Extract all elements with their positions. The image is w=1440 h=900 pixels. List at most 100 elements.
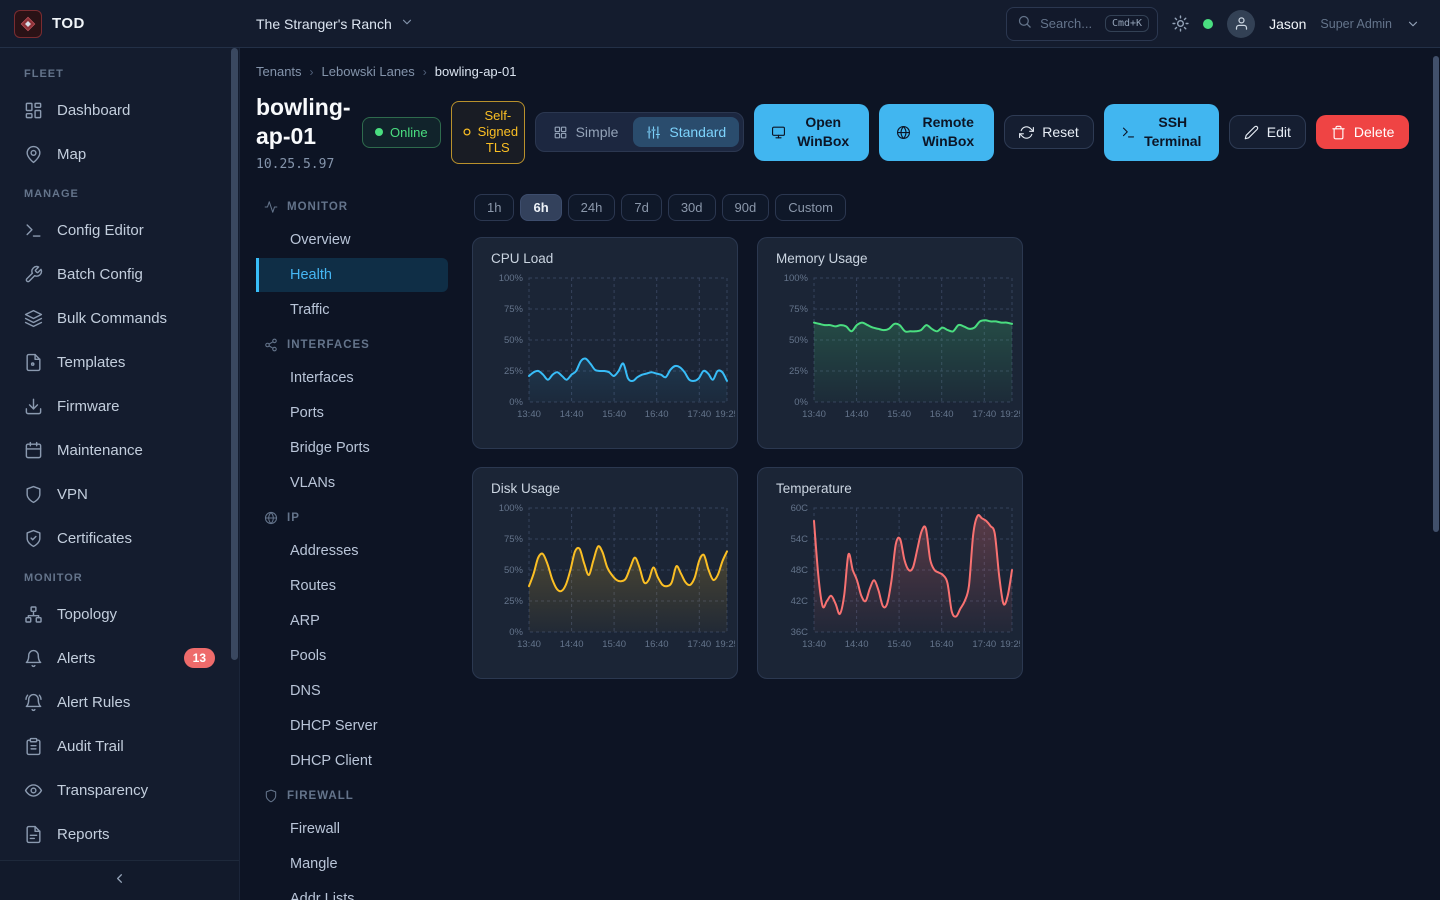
subnav-item-arp[interactable]: ARP xyxy=(256,604,448,638)
edit-button[interactable]: Edit xyxy=(1229,115,1306,149)
subnav-item-dhcp-client[interactable]: DHCP Client xyxy=(256,744,448,778)
subnav-item-addresses[interactable]: Addresses xyxy=(256,534,448,568)
chart-title: CPU Load xyxy=(477,251,733,266)
device-subnav: MONITOROverviewHealthTrafficINTERFACESIn… xyxy=(256,190,448,900)
sidebar-scrollbar[interactable] xyxy=(231,48,238,660)
sidebar-item-label: Certificates xyxy=(57,530,132,547)
svg-text:25%: 25% xyxy=(789,366,809,377)
subnav-item-ports[interactable]: Ports xyxy=(256,396,448,430)
sidebar-item-transparency[interactable]: Transparency xyxy=(0,768,239,812)
subnav-item-traffic[interactable]: Traffic xyxy=(256,293,448,327)
chevron-down-icon xyxy=(400,15,414,32)
timerange-6h-button[interactable]: 6h xyxy=(520,194,561,221)
sidebar-item-maintenance[interactable]: Maintenance xyxy=(0,428,239,472)
reset-button[interactable]: Reset xyxy=(1004,115,1094,149)
chart-plot-cpu-load: 100%75%50%25%0%13:4014:4015:4016:4017:40… xyxy=(477,270,735,438)
delete-button[interactable]: Delete xyxy=(1316,115,1409,149)
app-logo-icon xyxy=(14,10,42,38)
chart-title: Memory Usage xyxy=(762,251,1018,266)
sidebar-item-topology[interactable]: Topology xyxy=(0,592,239,636)
svg-text:0%: 0% xyxy=(794,397,808,408)
user-name: Jason xyxy=(1269,16,1306,32)
sidebar-item-audit-trail[interactable]: Audit Trail xyxy=(0,724,239,768)
network-icon xyxy=(24,605,43,624)
topbar: TOD The Stranger's Ranch Search... Cmd+K… xyxy=(0,0,1440,48)
timerange-1h-button[interactable]: 1h xyxy=(474,194,514,221)
subnav-item-dns[interactable]: DNS xyxy=(256,674,448,708)
svg-text:13:40: 13:40 xyxy=(802,639,826,650)
svg-text:14:40: 14:40 xyxy=(845,639,869,650)
timerange-7d-button[interactable]: 7d xyxy=(621,194,661,221)
open-winbox-button[interactable]: Open WinBox xyxy=(754,104,869,161)
timerange-90d-button[interactable]: 90d xyxy=(722,194,770,221)
mode-toggle-standard[interactable]: Standard xyxy=(633,117,739,147)
ssh-terminal-button[interactable]: SSH Terminal xyxy=(1104,104,1219,161)
subnav-item-health[interactable]: Health xyxy=(256,258,448,292)
subnav-item-routes[interactable]: Routes xyxy=(256,569,448,603)
sidebar-item-label: Bulk Commands xyxy=(57,310,167,327)
subnav-item-mangle[interactable]: Mangle xyxy=(256,847,448,881)
subnav-item-interfaces[interactable]: Interfaces xyxy=(256,361,448,395)
sidebar-item-certificates[interactable]: Certificates xyxy=(0,516,239,560)
svg-text:14:40: 14:40 xyxy=(560,639,584,650)
sidebar-item-bulk-commands[interactable]: Bulk Commands xyxy=(0,296,239,340)
svg-text:13:40: 13:40 xyxy=(517,409,541,420)
svg-text:19:25: 19:25 xyxy=(1000,639,1020,650)
sidebar-item-dashboard[interactable]: Dashboard xyxy=(0,88,239,132)
bell-icon xyxy=(24,649,43,668)
timerange-24h-button[interactable]: 24h xyxy=(568,194,616,221)
avatar[interactable] xyxy=(1227,10,1255,38)
mode-toggle-simple[interactable]: Simple xyxy=(540,117,632,147)
sidebar-section-monitor: MONITOR xyxy=(0,560,239,592)
subnav-item-firewall[interactable]: Firewall xyxy=(256,812,448,846)
brand: TOD xyxy=(0,10,240,38)
chart-card-temperature: Temperature60C54C48C42C36C13:4014:4015:4… xyxy=(757,467,1023,679)
window-scrollbar[interactable] xyxy=(1433,56,1439,532)
sidebar-item-label: Reports xyxy=(57,826,110,843)
sidebar-item-alert-rules[interactable]: Alert Rules xyxy=(0,680,239,724)
search-input[interactable]: Search... Cmd+K xyxy=(1006,7,1158,41)
status-badge-online: Online xyxy=(362,117,441,148)
subnav-section-interfaces: INTERFACES xyxy=(256,328,448,360)
svg-text:17:40: 17:40 xyxy=(972,409,996,420)
online-dot-icon xyxy=(375,128,383,136)
breadcrumb-item[interactable]: Lebowski Lanes xyxy=(322,64,415,79)
page-title: bowling-ap-01 xyxy=(256,93,352,151)
sidebar-item-vpn[interactable]: VPN xyxy=(0,472,239,516)
chart-card-cpu-load: CPU Load 100%75%50%25%0%13:4014:4015:4016… xyxy=(472,237,738,449)
sidebar-item-map[interactable]: Map xyxy=(0,132,239,176)
tenant-selector[interactable]: The Stranger's Ranch xyxy=(256,15,414,32)
chart-card-disk-usage: Disk Usage100%75%50%25%0%13:4014:4015:40… xyxy=(472,467,738,679)
svg-text:36C: 36C xyxy=(791,627,809,638)
subnav-item-pools[interactable]: Pools xyxy=(256,639,448,673)
user-menu-chevron-down-icon[interactable] xyxy=(1406,17,1420,31)
sidebar-item-firmware[interactable]: Firmware xyxy=(0,384,239,428)
svg-text:25%: 25% xyxy=(504,366,524,377)
svg-text:17:40: 17:40 xyxy=(687,639,711,650)
sidebar-item-config-editor[interactable]: Config Editor xyxy=(0,208,239,252)
svg-text:42C: 42C xyxy=(791,596,809,607)
device-ip: 10.25.5.97 xyxy=(256,157,352,172)
theme-toggle-sun-icon[interactable] xyxy=(1172,15,1189,32)
subnav-item-addr-lists[interactable]: Addr Lists xyxy=(256,882,448,900)
sidebar-item-batch-config[interactable]: Batch Config xyxy=(0,252,239,296)
remote-winbox-button[interactable]: Remote WinBox xyxy=(879,104,994,161)
subnav-item-bridge-ports[interactable]: Bridge Ports xyxy=(256,431,448,465)
alerts-count-badge: 13 xyxy=(184,648,215,668)
subnav-item-vlans[interactable]: VLANs xyxy=(256,466,448,500)
calendar-icon xyxy=(24,441,43,460)
breadcrumb-item[interactable]: Tenants xyxy=(256,64,302,79)
timerange-30d-button[interactable]: 30d xyxy=(668,194,716,221)
sidebar-collapse-button[interactable] xyxy=(0,860,239,900)
subnav-item-overview[interactable]: Overview xyxy=(256,223,448,257)
subnav-item-dhcp-server[interactable]: DHCP Server xyxy=(256,709,448,743)
activity-icon xyxy=(264,200,278,214)
subnav-section-monitor: MONITOR xyxy=(256,190,448,222)
subnav-section-ip: IP xyxy=(256,501,448,533)
chart-card-memory-usage: Memory Usage100%75%50%25%0%13:4014:4015:… xyxy=(757,237,1023,449)
sidebar-item-templates[interactable]: Templates xyxy=(0,340,239,384)
sidebar-item-reports[interactable]: Reports xyxy=(0,812,239,856)
timerange-custom-button[interactable]: Custom xyxy=(775,194,846,221)
sidebar-item-alerts[interactable]: Alerts13 xyxy=(0,636,239,680)
user-role: Super Admin xyxy=(1320,17,1392,31)
